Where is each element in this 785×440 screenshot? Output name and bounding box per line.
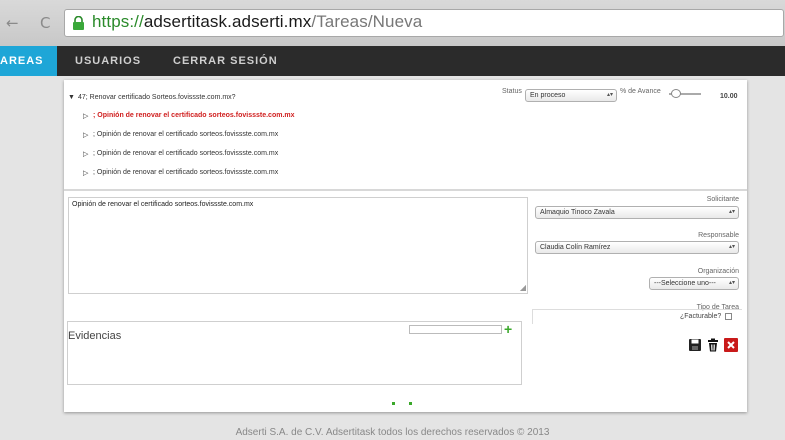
plus-icon[interactable]: + (504, 322, 512, 336)
progress-label: % de Avance (620, 88, 661, 95)
evidencias-title: Evidencias (68, 330, 122, 342)
pager-dot[interactable] (409, 402, 412, 405)
organizacion-select[interactable]: ---Seleccione uno--- ▴▾ (649, 277, 739, 290)
collapsed-arrow-icon[interactable]: ▷ (83, 150, 88, 158)
pager-dot[interactable] (392, 402, 395, 405)
facturable-checkbox[interactable] (725, 313, 732, 320)
organizacion-label: Organización (697, 268, 739, 275)
progress-slider-handle[interactable] (671, 89, 682, 98)
tree-child[interactable]: ; Opinión de renovar el certificado sort… (93, 169, 278, 176)
resize-handle-icon[interactable]: ◢ (520, 283, 526, 292)
tab-usuarios[interactable]: USUARIOS (75, 46, 141, 76)
facturable-label: ¿Facturable? (680, 313, 722, 320)
back-icon[interactable]: ← (6, 14, 19, 32)
close-icon[interactable] (724, 338, 738, 352)
tab-tareas[interactable]: AREAS (0, 46, 57, 76)
tree-child[interactable]: ; Opinión de renovar el certificado sort… (93, 150, 278, 157)
lock-icon (73, 16, 84, 30)
collapsed-arrow-icon[interactable]: ▷ (83, 131, 88, 139)
reload-icon[interactable]: C (40, 14, 50, 32)
status-label: Status (502, 88, 522, 95)
tree-child[interactable]: ; Opinión de renovar el certificado sort… (93, 131, 278, 138)
status-select[interactable]: En proceso ▴▾ (525, 89, 617, 102)
browser-toolbar: ← C https://adsertitask.adserti.mx/Tarea… (0, 0, 785, 46)
responsable-label: Responsable (698, 232, 739, 239)
solicitante-label: Solicitante (706, 196, 739, 203)
progress-value: 10.00 (720, 93, 738, 100)
footer-text: Adserti S.A. de C.V. Adsertitask todos l… (235, 427, 550, 438)
tree-child-selected[interactable]: ; Opinión de renovar el certificado sort… (93, 112, 295, 119)
responsable-select[interactable]: Claudia Colín Ramírez ▴▾ (535, 241, 739, 254)
solicitante-select[interactable]: Almaquio Tinoco Zavala ▴▾ (535, 206, 739, 219)
tab-cerrar-sesion[interactable]: CERRAR SESIÓN (173, 46, 278, 76)
evidencia-file-input[interactable] (409, 325, 502, 334)
app-navbar: AREAS USUARIOS CERRAR SESIÓN (0, 46, 785, 76)
collapsed-arrow-icon[interactable]: ▷ (83, 169, 88, 177)
collapsed-arrow-icon[interactable]: ▷ (83, 112, 88, 120)
address-bar[interactable]: https://adsertitask.adserti.mx/Tareas/Nu… (64, 9, 784, 37)
task-card: ▼ 47; Renovar certificado Sorteos.foviss… (64, 80, 747, 412)
save-icon[interactable] (688, 338, 702, 352)
url-text: https://adsertitask.adserti.mx/Tareas/Nu… (92, 12, 423, 31)
section-divider (64, 189, 747, 191)
trash-icon[interactable] (706, 338, 720, 352)
tree-root[interactable]: 47; Renovar certificado Sorteos.fovissst… (78, 94, 236, 101)
expanded-arrow-icon[interactable]: ▼ (68, 94, 75, 101)
description-textarea[interactable]: Opinión de renovar el certificado sorteo… (68, 197, 528, 294)
